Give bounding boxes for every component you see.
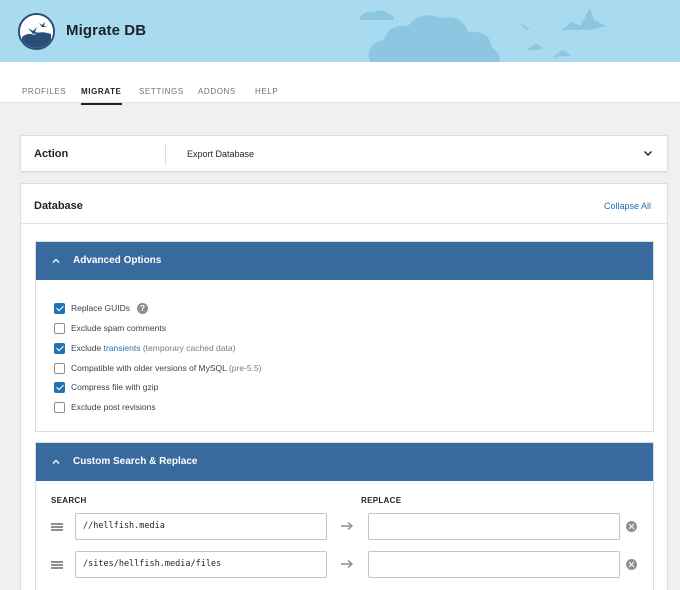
exclude-spam-checkbox[interactable]: [54, 322, 65, 334]
search-column-header: SEARCH: [51, 496, 87, 505]
tab-profiles[interactable]: PROFILES: [22, 87, 66, 96]
divider: [21, 223, 667, 224]
exclude-transients-checkbox[interactable]: [54, 342, 65, 354]
action-select[interactable]: Action Export Database: [20, 135, 668, 172]
mysql-compat-checkbox[interactable]: [54, 362, 65, 374]
nav-tabs: PROFILES MIGRATE SETTINGS ADDONS HELP: [0, 62, 680, 105]
transients-link[interactable]: transients: [104, 343, 141, 353]
replace-guids-checkbox[interactable]: [54, 302, 65, 314]
option-exclude-transients[interactable]: Exclude transients (temporary cached dat…: [54, 342, 235, 354]
action-label: Action: [34, 148, 69, 160]
arrow-right-icon: [341, 559, 354, 569]
chevron-up-icon: [52, 258, 60, 263]
advanced-options-title: Advanced Options: [73, 255, 162, 266]
remove-row-icon[interactable]: [626, 559, 637, 570]
exclude-revisions-checkbox[interactable]: [54, 401, 65, 413]
option-label: Replace GUIDs: [71, 303, 131, 313]
tab-migrate[interactable]: MIGRATE: [81, 87, 122, 105]
advanced-options-header[interactable]: Advanced Options: [36, 242, 653, 280]
option-label: Exclude post revisions: [71, 402, 156, 412]
tab-help[interactable]: HELP: [255, 87, 278, 96]
option-label: Compatible with older versions of MySQL …: [71, 363, 262, 373]
app-title: Migrate DB: [66, 22, 147, 39]
arrow-right-icon: [341, 521, 354, 531]
tab-settings[interactable]: SETTINGS: [139, 87, 184, 96]
compress-gzip-checkbox[interactable]: [54, 381, 65, 393]
clouds-birds-decoration: [360, 8, 606, 62]
database-section: Database Collapse All Advanced Options R…: [20, 183, 668, 590]
database-title: Database: [34, 200, 83, 212]
option-label: Exclude transients (temporary cached dat…: [71, 343, 235, 353]
search-input[interactable]: /sites/hellfish.media/files: [75, 551, 327, 578]
search-replace-title: Custom Search & Replace: [73, 456, 198, 467]
replace-input[interactable]: [368, 513, 620, 540]
action-value: Export Database: [187, 149, 255, 159]
chevron-down-icon[interactable]: [643, 148, 653, 158]
advanced-options-panel: Advanced Options Replace GUIDs ? Exclude…: [35, 241, 654, 432]
option-label-main: Compatible with older versions of MySQL: [71, 363, 229, 373]
option-label-pre: Exclude: [71, 343, 104, 353]
search-input[interactable]: //hellfish.media: [75, 513, 327, 540]
replace-column-header: REPLACE: [361, 496, 402, 505]
option-label: Compress file with gzip: [71, 382, 159, 392]
option-exclude-spam[interactable]: Exclude spam comments: [54, 322, 166, 334]
option-note: (temporary cached data): [140, 343, 236, 353]
app-logo: [18, 13, 55, 50]
replace-input[interactable]: [368, 551, 620, 578]
app-header: Migrate DB: [0, 0, 680, 62]
option-exclude-revisions[interactable]: Exclude post revisions: [54, 401, 156, 413]
drag-handle-icon[interactable]: [51, 561, 63, 569]
drag-handle-icon[interactable]: [51, 523, 63, 531]
option-compress-gzip[interactable]: Compress file with gzip: [54, 381, 158, 393]
option-mysql-compat[interactable]: Compatible with older versions of MySQL …: [54, 362, 262, 374]
help-icon[interactable]: ?: [137, 302, 149, 314]
bird-logo-icon: [20, 15, 53, 48]
collapse-all-link[interactable]: Collapse All: [604, 201, 651, 211]
action-divider: [165, 144, 166, 165]
option-note: (pre-5.5): [228, 363, 262, 373]
option-replace-guids[interactable]: Replace GUIDs ?: [54, 302, 149, 314]
search-replace-header[interactable]: Custom Search & Replace: [36, 443, 653, 481]
search-replace-panel: Custom Search & Replace SEARCH REPLACE /…: [35, 442, 654, 590]
remove-row-icon[interactable]: [626, 521, 637, 532]
tab-addons[interactable]: ADDONS: [198, 87, 236, 96]
chevron-up-icon: [52, 459, 60, 464]
option-label: Exclude spam comments: [71, 323, 166, 333]
